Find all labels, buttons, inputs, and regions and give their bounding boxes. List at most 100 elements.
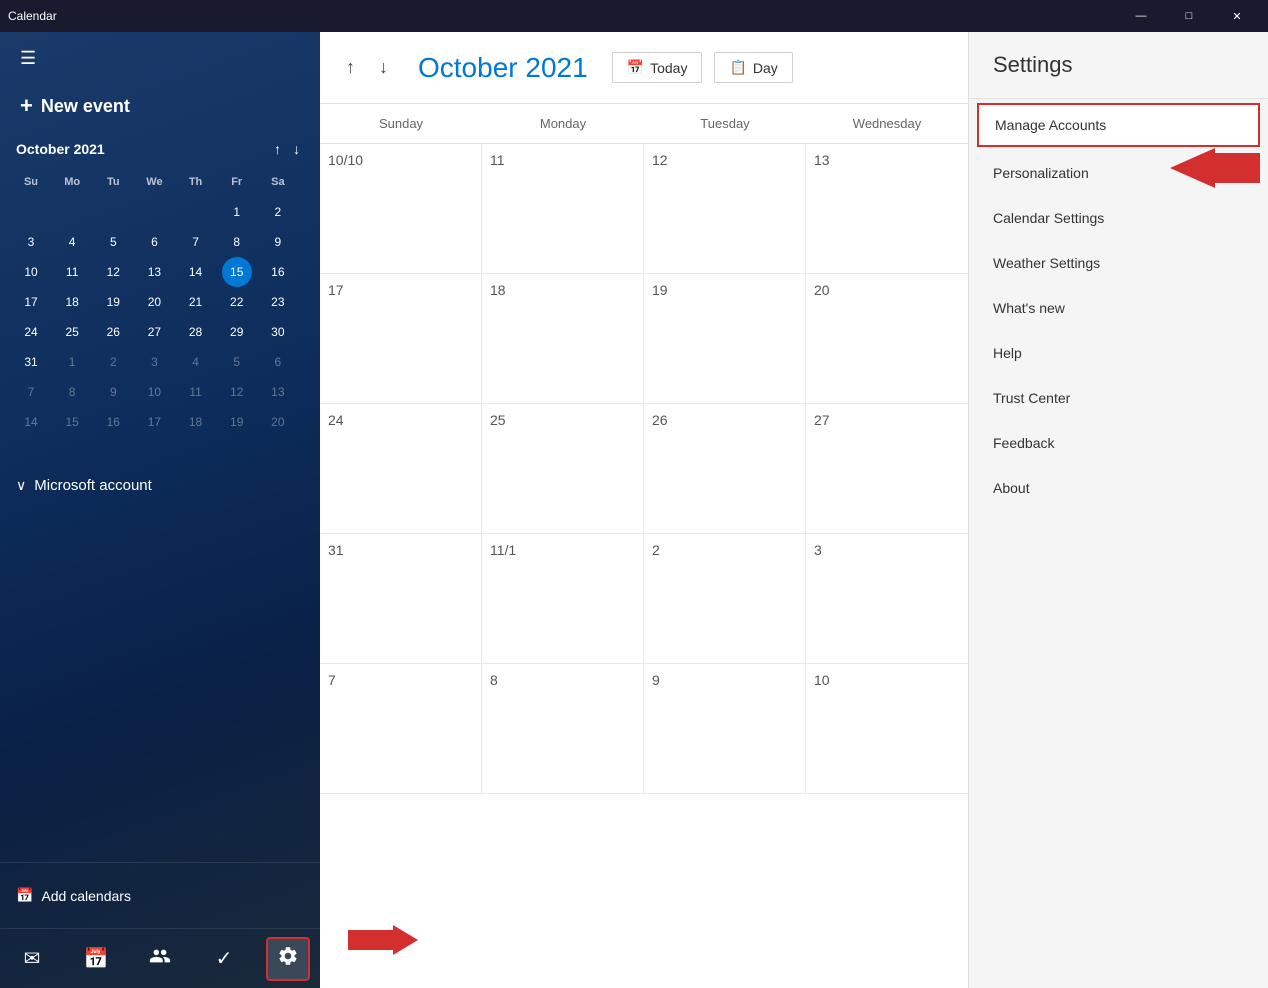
- todo-nav-button[interactable]: ✓: [202, 937, 246, 981]
- calendar-day-cell[interactable]: 26: [644, 404, 806, 533]
- calendar-day-cell[interactable]: 13: [806, 144, 968, 273]
- hamburger-button[interactable]: ☰: [16, 44, 40, 73]
- mini-cal-day[interactable]: 8: [222, 227, 252, 257]
- calendar-day-cell[interactable]: 7: [320, 664, 482, 793]
- calendar-day-cell[interactable]: 11/1: [482, 534, 644, 663]
- mini-cal-day[interactable]: 12: [222, 377, 252, 407]
- settings-menu-item[interactable]: Personalization: [969, 151, 1268, 196]
- settings-nav-button[interactable]: [266, 937, 310, 981]
- mini-cal-day[interactable]: 31: [16, 347, 46, 377]
- calendar-day-cell[interactable]: 19: [644, 274, 806, 403]
- microsoft-account-item[interactable]: ∨ Microsoft account: [16, 473, 304, 498]
- calendar-day-cell[interactable]: 12: [644, 144, 806, 273]
- mini-cal-day[interactable]: 17: [139, 407, 169, 437]
- calendar-day-number: 18: [490, 282, 635, 298]
- mini-cal-day[interactable]: 4: [57, 227, 87, 257]
- calendar-day-cell[interactable]: 31: [320, 534, 482, 663]
- mini-cal-day[interactable]: 12: [98, 257, 128, 287]
- mini-cal-day[interactable]: 15: [57, 407, 87, 437]
- mini-cal-day[interactable]: 11: [181, 377, 211, 407]
- mini-cal-day[interactable]: 3: [139, 347, 169, 377]
- calendar-day-cell[interactable]: 10/10: [320, 144, 482, 273]
- mini-cal-day[interactable]: 7: [181, 227, 211, 257]
- mini-cal-day[interactable]: 14: [16, 407, 46, 437]
- mini-cal-day[interactable]: 4: [181, 347, 211, 377]
- settings-menu-item[interactable]: Help: [969, 331, 1268, 376]
- mini-cal-day[interactable]: 2: [263, 197, 293, 227]
- day-view-button[interactable]: 📋 Day: [714, 52, 792, 83]
- calendar-day-cell[interactable]: 8: [482, 664, 644, 793]
- settings-menu-item[interactable]: Weather Settings: [969, 241, 1268, 286]
- mini-cal-day[interactable]: 25: [57, 317, 87, 347]
- mini-cal-day[interactable]: 11: [57, 257, 87, 287]
- calendar-day-cell[interactable]: 9: [644, 664, 806, 793]
- calendar-day-cell[interactable]: 10: [806, 664, 968, 793]
- mini-cal-day[interactable]: 20: [263, 407, 293, 437]
- mini-cal-day[interactable]: 22: [222, 287, 252, 317]
- people-nav-button[interactable]: [138, 937, 182, 981]
- mini-cal-day[interactable]: 18: [57, 287, 87, 317]
- calendar-day-cell[interactable]: 17: [320, 274, 482, 403]
- mini-cal-day[interactable]: 14: [181, 257, 211, 287]
- mini-cal-day[interactable]: 9: [263, 227, 293, 257]
- mini-cal-day[interactable]: 10: [139, 377, 169, 407]
- settings-menu-item[interactable]: Feedback: [969, 421, 1268, 466]
- mini-cal-day[interactable]: 8: [57, 377, 87, 407]
- calendar-day-cell[interactable]: 24: [320, 404, 482, 533]
- settings-menu-item[interactable]: What's new: [969, 286, 1268, 331]
- minimize-button[interactable]: —: [1118, 0, 1164, 32]
- mini-cal-day[interactable]: 5: [98, 227, 128, 257]
- mini-cal-day[interactable]: 1: [222, 197, 252, 227]
- settings-menu-item[interactable]: About: [969, 466, 1268, 511]
- mini-cal-day[interactable]: 20: [139, 287, 169, 317]
- add-calendars-button[interactable]: 📅 Add calendars: [16, 879, 131, 912]
- mini-cal-day[interactable]: 6: [263, 347, 293, 377]
- mini-cal-day[interactable]: 10: [16, 257, 46, 287]
- mini-cal-day[interactable]: 19: [98, 287, 128, 317]
- mini-cal-day[interactable]: 9: [98, 377, 128, 407]
- calendar-day-cell[interactable]: 2: [644, 534, 806, 663]
- calendar-day-cell[interactable]: 25: [482, 404, 644, 533]
- new-event-button[interactable]: + New event: [8, 85, 312, 127]
- mini-cal-next[interactable]: ↓: [289, 139, 304, 159]
- mini-cal-day[interactable]: 15: [222, 257, 252, 287]
- close-button[interactable]: ✕: [1214, 0, 1260, 32]
- settings-menu-item[interactable]: Trust Center: [969, 376, 1268, 421]
- mini-cal-header: October 2021 ↑ ↓: [16, 139, 304, 159]
- mini-cal-day[interactable]: 3: [16, 227, 46, 257]
- mail-nav-button[interactable]: ✉: [10, 937, 54, 981]
- mini-cal-day[interactable]: 7: [16, 377, 46, 407]
- mini-cal-day[interactable]: 5: [222, 347, 252, 377]
- mini-cal-day[interactable]: 30: [263, 317, 293, 347]
- mini-cal-prev[interactable]: ↑: [270, 139, 285, 159]
- calendar-day-cell[interactable]: 27: [806, 404, 968, 533]
- mini-cal-day[interactable]: 13: [263, 377, 293, 407]
- today-button[interactable]: 📅 Today: [612, 52, 703, 83]
- mini-cal-day[interactable]: 26: [98, 317, 128, 347]
- settings-menu-item[interactable]: Calendar Settings: [969, 196, 1268, 241]
- mini-cal-day[interactable]: 6: [139, 227, 169, 257]
- mini-cal-day[interactable]: 13: [139, 257, 169, 287]
- mini-cal-day[interactable]: 23: [263, 287, 293, 317]
- mini-cal-day[interactable]: 17: [16, 287, 46, 317]
- mini-cal-day[interactable]: 2: [98, 347, 128, 377]
- calendar-nav-button[interactable]: 📅: [74, 937, 118, 981]
- mini-cal-day[interactable]: 24: [16, 317, 46, 347]
- mini-cal-day[interactable]: 27: [139, 317, 169, 347]
- mini-cal-day[interactable]: 18: [181, 407, 211, 437]
- mini-cal-day[interactable]: 28: [181, 317, 211, 347]
- mini-cal-day[interactable]: 1: [57, 347, 87, 377]
- settings-menu-item[interactable]: Manage Accounts: [977, 103, 1260, 147]
- calendar-day-cell[interactable]: 3: [806, 534, 968, 663]
- maximize-button[interactable]: □: [1166, 0, 1212, 32]
- calendar-day-cell[interactable]: 18: [482, 274, 644, 403]
- mini-cal-day[interactable]: 16: [263, 257, 293, 287]
- calendar-day-cell[interactable]: 11: [482, 144, 644, 273]
- prev-month-button[interactable]: ↑: [340, 51, 361, 84]
- calendar-day-cell[interactable]: 20: [806, 274, 968, 403]
- next-month-button[interactable]: ↓: [373, 51, 394, 84]
- mini-cal-day[interactable]: 16: [98, 407, 128, 437]
- mini-cal-day[interactable]: 21: [181, 287, 211, 317]
- mini-cal-day[interactable]: 19: [222, 407, 252, 437]
- mini-cal-day[interactable]: 29: [222, 317, 252, 347]
